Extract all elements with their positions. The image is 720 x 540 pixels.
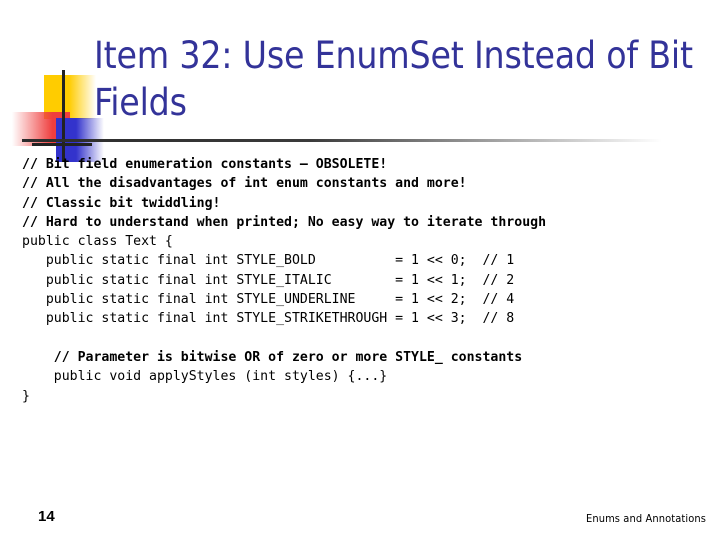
logo-vertical-rule (62, 70, 65, 162)
code-source-line: public static final int STYLE_UNDERLINE … (22, 292, 515, 308)
code-source-line: public static final int STYLE_ITALIC = 1… (22, 272, 515, 288)
design-accent-logo (12, 70, 104, 162)
slide-canvas: { "slide": { "title": "Item 32: Use Enum… (0, 0, 720, 540)
code-source-line: } (22, 388, 30, 404)
code-comment-line: // Hard to understand when printed; No e… (22, 214, 547, 230)
code-comment-line: // All the disadvantages of int enum con… (22, 176, 467, 192)
code-comment-line: // Classic bit twiddling! (22, 195, 221, 211)
code-source-line: public void applyStyles (int styles) {..… (22, 369, 388, 385)
slide-title: Item 32: Use EnumSet Instead of Bit Fiel… (94, 34, 693, 124)
code-comment-line: // Bit field enumeration constants – OBS… (22, 157, 388, 172)
title-divider (22, 139, 662, 142)
code-source-line: public static final int STYLE_BOLD = 1 <… (22, 253, 515, 269)
code-source-line: public class Text { (22, 234, 173, 250)
code-source-line: public static final int STYLE_STRIKETHRO… (22, 311, 515, 327)
code-block: // Bit field enumeration constants – OBS… (22, 155, 712, 406)
logo-horizontal-rule (32, 143, 92, 146)
page-number: 14 (38, 508, 55, 525)
footer-note: Enums and Annotations (585, 512, 706, 525)
code-comment-line: // Parameter is bitwise OR of zero or mo… (22, 349, 523, 365)
